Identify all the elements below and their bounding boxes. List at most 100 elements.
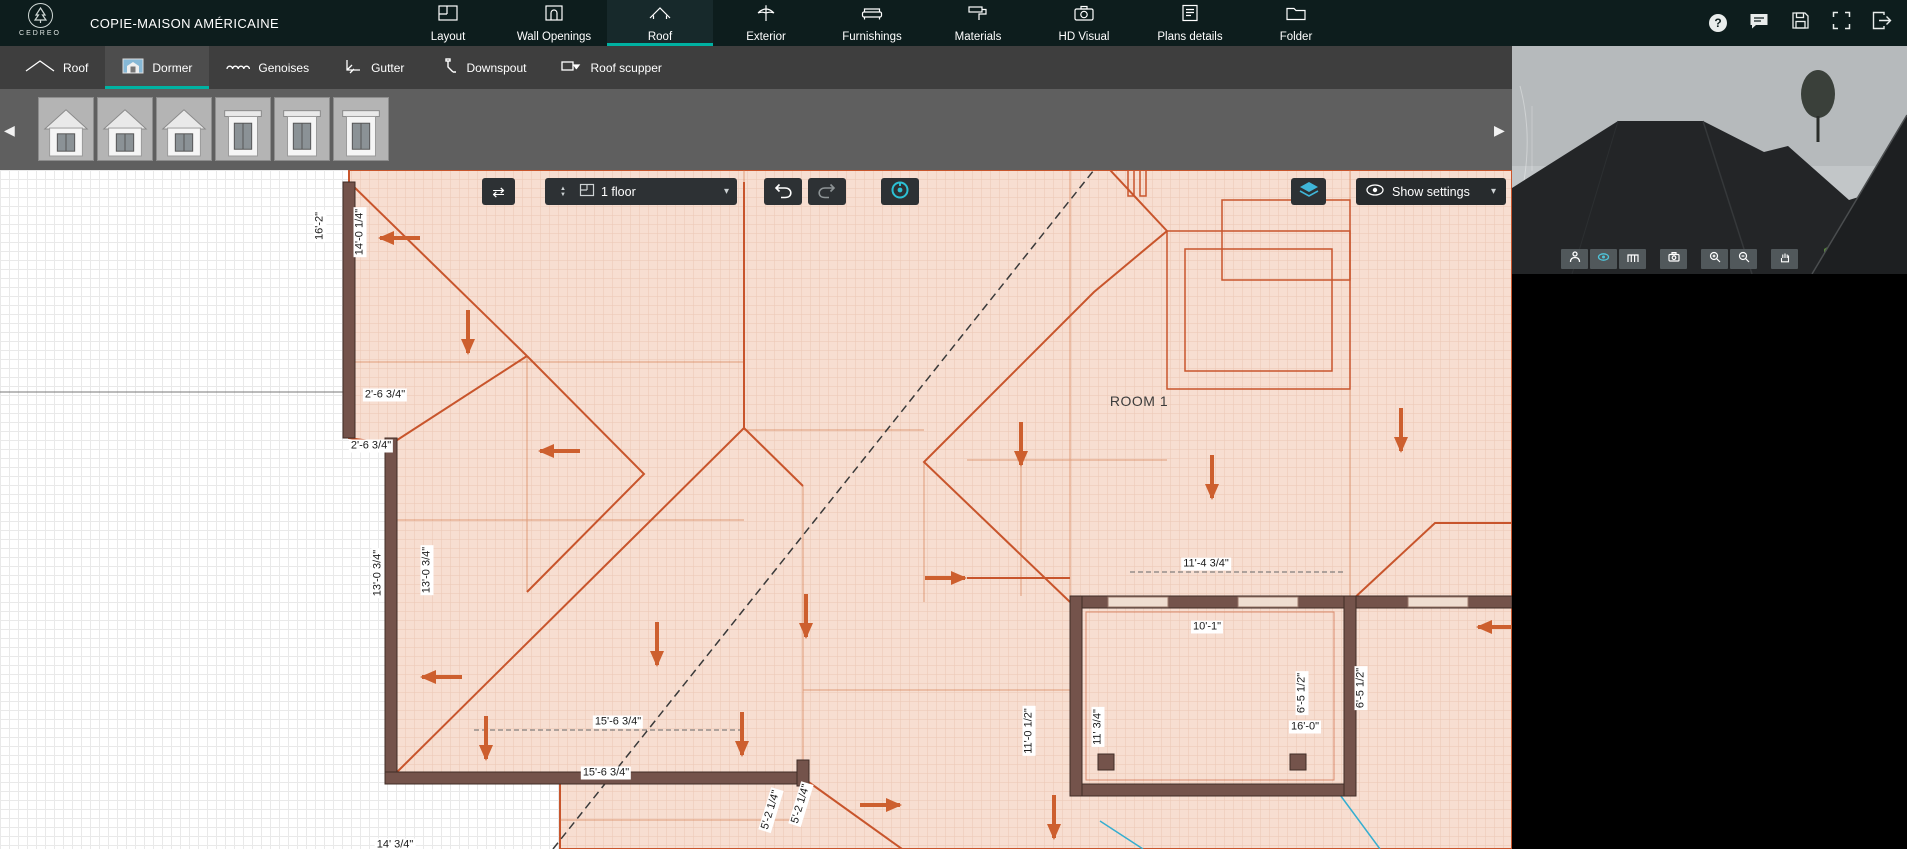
eye-icon	[1597, 250, 1610, 268]
dormer-thumbnail-6[interactable]	[333, 97, 389, 161]
exit-button[interactable]	[1871, 12, 1893, 34]
dimension-label: 11'-4 3/4"	[1181, 558, 1231, 571]
panel-empty-area	[1512, 274, 1907, 849]
dimension-label: 2'-6 3/4"	[363, 389, 407, 402]
show-settings-label: Show settings	[1392, 185, 1483, 199]
top-bar: CEDREO COPIE-MAISON AMÉRICAINE Layout Wa…	[0, 0, 1907, 46]
chat-icon	[1749, 12, 1769, 35]
roof-icon	[648, 3, 672, 28]
dimension-label: 13'-0 3/4"	[421, 545, 434, 595]
3d-preview-render	[1512, 46, 1907, 274]
dimension-label: 6'-5 1/2"	[1296, 671, 1309, 715]
undo-icon	[773, 182, 793, 202]
gutter-icon	[343, 58, 363, 77]
project-title: COPIE-MAISON AMÉRICAINE	[90, 0, 279, 46]
zoom-in-button[interactable]	[1701, 249, 1728, 269]
zoom-out-button[interactable]	[1730, 249, 1757, 269]
redo-icon	[817, 182, 837, 202]
right-panel	[1512, 46, 1907, 849]
redo-button[interactable]	[808, 178, 846, 205]
roof-scupper-icon	[560, 58, 582, 77]
person-icon	[1569, 250, 1581, 268]
exterior-icon	[754, 3, 778, 28]
floor-selector-value: 1 floor	[595, 185, 724, 199]
dormer-thumbnails	[38, 97, 389, 161]
dormer-thumbnail-strip: ◀ ▶	[0, 89, 1512, 170]
tab-furnishings[interactable]: Furnishings	[819, 0, 925, 46]
layout-icon	[436, 3, 460, 28]
tree-logo-icon	[28, 3, 53, 28]
chevron-down-icon: ▾	[724, 186, 729, 197]
preview-toolbar	[1561, 249, 1800, 269]
show-settings-button[interactable]: Show settings ▾	[1356, 178, 1506, 205]
eye-icon	[1366, 184, 1384, 199]
dormer-thumbnail-2[interactable]	[97, 97, 153, 161]
materials-icon	[966, 3, 990, 28]
dormer-tool-icon	[122, 58, 144, 77]
walls-height-button[interactable]	[1619, 249, 1646, 269]
roof-tool-icon	[25, 58, 55, 77]
room-label: ROOM 1	[1110, 393, 1168, 409]
tab-hd-visual[interactable]: HD Visual	[1031, 0, 1137, 46]
tool-gutter[interactable]: Gutter	[326, 46, 421, 89]
folder-icon	[1284, 3, 1308, 28]
floor-plan-canvas[interactable]: 16'-2" 14'-0 1/4" 2'-6 3/4" 2'-6 3/4" 13…	[0, 170, 1512, 849]
compass-icon	[890, 180, 910, 203]
camera-button[interactable]	[1660, 249, 1687, 269]
undo-button[interactable]	[764, 178, 802, 205]
dimension-label: 15'-6 3/4"	[593, 716, 643, 729]
save-button[interactable]	[1789, 12, 1811, 34]
dimension-label: 14' 3/4"	[375, 839, 416, 849]
thumbnails-prev-arrow[interactable]: ◀	[4, 123, 15, 137]
pan-button[interactable]	[1771, 249, 1798, 269]
zoom-in-icon	[1709, 250, 1721, 268]
downspout-icon	[438, 58, 458, 77]
dimension-label: 16'-0"	[1289, 721, 1321, 734]
cedreo-logo[interactable]: CEDREO	[8, 3, 72, 37]
dimension-label: 2'-6 3/4"	[349, 440, 393, 453]
tab-wall-openings[interactable]: Wall Openings	[501, 0, 607, 46]
floor-spinner[interactable]: ▲ ▼	[553, 186, 573, 198]
compass-tool-button[interactable]	[881, 178, 919, 205]
hand-icon	[1779, 250, 1791, 268]
chevron-down-icon: ▾	[1491, 186, 1496, 197]
tab-roof[interactable]: Roof	[607, 0, 713, 46]
roof-toolbar: Roof Dormer Genoises Gutter Downspout Ro…	[0, 46, 1512, 89]
dormer-thumbnail-1[interactable]	[38, 97, 94, 161]
feedback-button[interactable]	[1748, 12, 1770, 34]
dormer-thumbnail-5[interactable]	[274, 97, 330, 161]
tab-exterior[interactable]: Exterior	[713, 0, 819, 46]
dimension-label: 11'-0 1/2"	[1023, 706, 1036, 756]
genoises-icon	[226, 58, 250, 77]
dormer-thumbnail-4[interactable]	[215, 97, 271, 161]
tool-dormer[interactable]: Dormer	[105, 46, 209, 89]
floor-selector[interactable]: ▲ ▼ 1 floor ▾	[545, 178, 737, 205]
help-icon: ?	[1709, 14, 1727, 32]
layers-button[interactable]	[1291, 178, 1326, 205]
tool-genoises[interactable]: Genoises	[209, 46, 326, 89]
exit-icon	[1872, 11, 1892, 35]
swap-roof-button[interactable]: ⇄	[482, 178, 515, 205]
dimension-label: 16'-2"	[314, 210, 327, 242]
dimension-label: 13'-0 3/4"	[372, 548, 385, 598]
tab-layout[interactable]: Layout	[395, 0, 501, 46]
3d-preview[interactable]	[1512, 46, 1907, 274]
fullscreen-button[interactable]	[1830, 12, 1852, 34]
thumbnails-next-arrow[interactable]: ▶	[1494, 123, 1505, 137]
tab-plans-details[interactable]: Plans details	[1137, 0, 1243, 46]
floor-plan-svg[interactable]	[0, 170, 1512, 849]
tool-roof-scupper[interactable]: Roof scupper	[543, 46, 678, 89]
fullscreen-icon	[1832, 11, 1851, 35]
walkthrough-button[interactable]	[1561, 249, 1588, 269]
tab-materials[interactable]: Materials	[925, 0, 1031, 46]
help-button[interactable]: ?	[1707, 12, 1729, 34]
layers-icon	[1299, 181, 1319, 202]
dormer-thumbnail-3[interactable]	[156, 97, 212, 161]
tool-downspout[interactable]: Downspout	[421, 46, 543, 89]
wall-openings-icon	[542, 3, 566, 28]
tool-roof[interactable]: Roof	[8, 46, 105, 89]
camera-icon	[1668, 250, 1680, 268]
dimension-label: 14'-0 1/4"	[354, 207, 367, 257]
tab-folder[interactable]: Folder	[1243, 0, 1349, 46]
view-mode-button[interactable]	[1590, 249, 1617, 269]
